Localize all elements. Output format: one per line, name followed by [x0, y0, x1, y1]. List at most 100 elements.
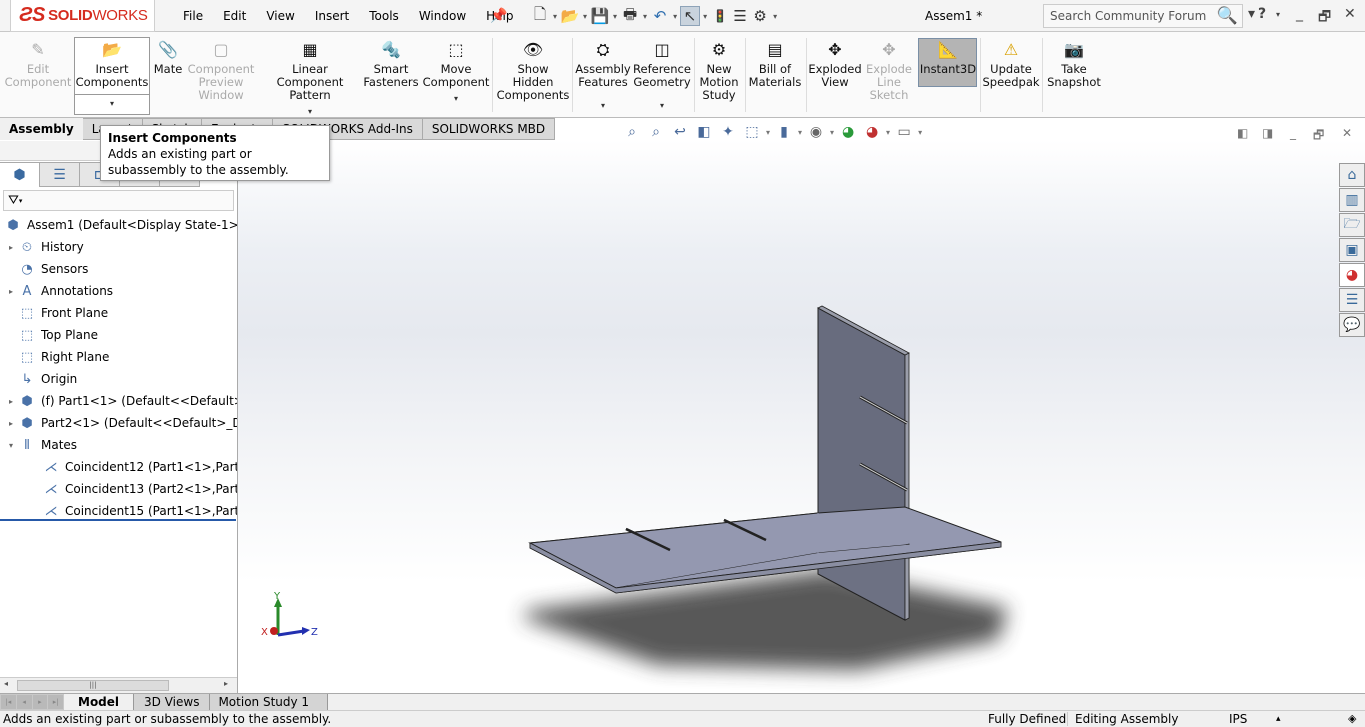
apply-scene-icon[interactable]: ◕: [862, 122, 882, 142]
open-dropdown[interactable]: ▾: [583, 12, 587, 21]
menu-tools[interactable]: Tools: [359, 9, 409, 23]
first-tab-icon[interactable]: |◂: [1, 695, 16, 709]
mate-button[interactable]: 📎 Mate: [152, 34, 184, 76]
file-properties-icon[interactable]: ☰: [730, 6, 750, 26]
rebuild-icon[interactable]: 🚦: [710, 6, 730, 26]
insert-components-dropdown[interactable]: ▾: [110, 97, 114, 110]
new-dropdown[interactable]: ▾: [553, 12, 557, 21]
tree-item[interactable]: ▸ ⏲ History: [0, 236, 237, 258]
zoom-to-fit-icon[interactable]: ⌕: [622, 122, 642, 142]
custom-properties-icon[interactable]: ☰: [1339, 288, 1365, 312]
file-explorer-icon[interactable]: 🗁: [1339, 213, 1365, 237]
viewport-prev-icon[interactable]: ◧: [1237, 126, 1248, 140]
tab-3d-views[interactable]: 3D Views: [134, 694, 211, 710]
view-orientation-icon[interactable]: ⬚: [742, 122, 762, 142]
next-tab-icon[interactable]: ▸: [32, 695, 48, 709]
close-button[interactable]: ✕: [1344, 6, 1356, 22]
menu-file[interactable]: File: [173, 9, 213, 23]
restore-button[interactable]: 🗗: [1318, 6, 1331, 30]
view-orientation-dropdown[interactable]: ▾: [766, 128, 770, 137]
reference-geometry-dropdown[interactable]: ▾: [660, 99, 664, 112]
minimize-button[interactable]: _: [1296, 6, 1303, 22]
linear-pattern-dropdown[interactable]: ▾: [308, 105, 312, 118]
tree-item[interactable]: ▸⬢ (f) Part1<1> (Default<<Default>_Di: [0, 390, 237, 412]
save-dropdown[interactable]: ▾: [613, 12, 617, 21]
instant3d-button[interactable]: 📐 Instant3D: [919, 34, 977, 76]
tree-item[interactable]: ▸⬢ Part2<1> (Default<<Default>_Displ: [0, 412, 237, 434]
linear-component-pattern-button[interactable]: ▦ Linear Component Pattern ▾: [258, 34, 362, 118]
print-dropdown[interactable]: ▾: [643, 12, 647, 21]
undo-dropdown[interactable]: ▾: [673, 12, 677, 21]
expand-toggle-icon[interactable]: ▸: [4, 397, 18, 406]
search-icon[interactable]: 🔍: [1217, 6, 1242, 26]
tree-filter[interactable]: ⛛ ▾: [3, 190, 234, 211]
appearances-scenes-icon[interactable]: ◕: [1339, 263, 1365, 287]
edit-component-button[interactable]: ✎ Edit Component: [5, 34, 72, 89]
hide-show-dropdown[interactable]: ▾: [830, 128, 834, 137]
options-icon[interactable]: ⚙: [750, 6, 770, 26]
expand-toggle-icon[interactable]: ▸: [4, 243, 18, 252]
new-motion-study-button[interactable]: ⚙ New Motion Study: [697, 34, 741, 102]
tree-item[interactable]: ⋌ Coincident13 (Part2<1>,Part1<: [0, 478, 238, 500]
featuremanager-tab[interactable]: ⬢: [0, 162, 40, 187]
scroll-left-icon[interactable]: ◂: [4, 679, 8, 688]
menu-view[interactable]: View: [256, 9, 304, 23]
edit-appearance-icon[interactable]: ◕: [838, 122, 858, 142]
help-dropdown-icon[interactable]: ▾: [1276, 10, 1280, 19]
print-icon[interactable]: 🖶: [620, 5, 640, 26]
menu-insert[interactable]: Insert: [305, 9, 359, 23]
propertymanager-tab[interactable]: ☰: [40, 162, 80, 187]
expand-toggle-icon[interactable]: ▸: [4, 419, 18, 428]
display-style-icon[interactable]: ▮: [774, 122, 794, 142]
expand-toggle-icon[interactable]: ▾: [4, 441, 18, 450]
viewport-next-icon[interactable]: ◨: [1262, 126, 1273, 140]
units-dropdown-icon[interactable]: ▴: [1276, 714, 1281, 724]
search-community-input[interactable]: Search Community Forum 🔍: [1043, 4, 1243, 28]
move-component-button[interactable]: ⬚ Move Component ▾: [423, 34, 490, 105]
viewport-close-icon[interactable]: ✕: [1342, 126, 1352, 140]
tab-model[interactable]: Model: [64, 694, 135, 710]
insert-components-button[interactable]: 📂 Insert Components ▾: [75, 34, 149, 110]
view-settings-icon[interactable]: ▭: [894, 122, 914, 142]
take-snapshot-button[interactable]: 📷 Take Snapshot: [1045, 34, 1103, 89]
expand-toggle-icon[interactable]: ▸: [4, 287, 18, 296]
select-icon[interactable]: ↖: [680, 6, 701, 26]
section-view-icon[interactable]: ◧: [694, 122, 714, 142]
apply-scene-dropdown[interactable]: ▾: [886, 128, 890, 137]
open-icon[interactable]: 📂: [560, 6, 580, 26]
dynamic-annotation-views-icon[interactable]: ✦: [718, 122, 738, 142]
tree-item[interactable]: ⬚ Top Plane: [0, 324, 237, 346]
help-button[interactable]: ?: [1258, 6, 1266, 22]
bill-of-materials-button[interactable]: ▤ Bill of Materials: [748, 34, 802, 89]
tree-item[interactable]: ⬚ Right Plane: [0, 346, 237, 368]
smart-fasteners-button[interactable]: 🔩 Smart Fasteners: [363, 34, 418, 89]
tab-motion-study-1[interactable]: Motion Study 1: [210, 694, 329, 710]
design-library-icon[interactable]: ▥: [1339, 188, 1365, 212]
view-settings-dropdown[interactable]: ▾: [918, 128, 922, 137]
units-selector[interactable]: IPS: [1229, 712, 1247, 726]
scroll-thumb[interactable]: |||: [17, 680, 169, 691]
tree-item[interactable]: ↳ Origin: [0, 368, 237, 390]
solidworks-resources-icon[interactable]: ⌂: [1339, 163, 1365, 187]
viewport-minimize-icon[interactable]: _: [1290, 126, 1296, 140]
assembly-features-dropdown[interactable]: ▾: [601, 99, 605, 112]
component-preview-window-button[interactable]: ▢ Component Preview Window: [188, 34, 255, 102]
zoom-to-area-icon[interactable]: ⌕: [646, 122, 666, 142]
select-dropdown[interactable]: ▾: [703, 12, 707, 21]
solidworks-forum-icon[interactable]: 💬: [1339, 313, 1365, 337]
solidworks-logo[interactable]: ƧS SOLID WORKS: [10, 0, 155, 32]
assembly-features-button[interactable]: ⛭ Assembly Features ▾: [575, 34, 631, 112]
pin-menu-icon[interactable]: 📌: [490, 8, 507, 24]
tree-item[interactable]: ▸ A Annotations: [0, 280, 237, 302]
tree-item[interactable]: ⋌ Coincident12 (Part1<1>,Part2<: [0, 456, 238, 478]
exploded-view-button[interactable]: ✥ Exploded View: [808, 34, 862, 89]
rollback-bar[interactable]: [0, 519, 236, 521]
show-hidden-components-button[interactable]: 👁 Show Hidden Components: [497, 34, 570, 102]
menu-window[interactable]: Window: [409, 9, 476, 23]
scroll-right-icon[interactable]: ▸: [224, 679, 228, 688]
reference-geometry-button[interactable]: ◫ Reference Geometry ▾: [633, 34, 691, 112]
menu-edit[interactable]: Edit: [213, 9, 256, 23]
quick-tips-icon[interactable]: ◈: [1348, 712, 1356, 725]
view-palette-icon[interactable]: ▣: [1339, 238, 1365, 262]
tab-solidworks-mbd[interactable]: SOLIDWORKS MBD: [422, 118, 556, 140]
